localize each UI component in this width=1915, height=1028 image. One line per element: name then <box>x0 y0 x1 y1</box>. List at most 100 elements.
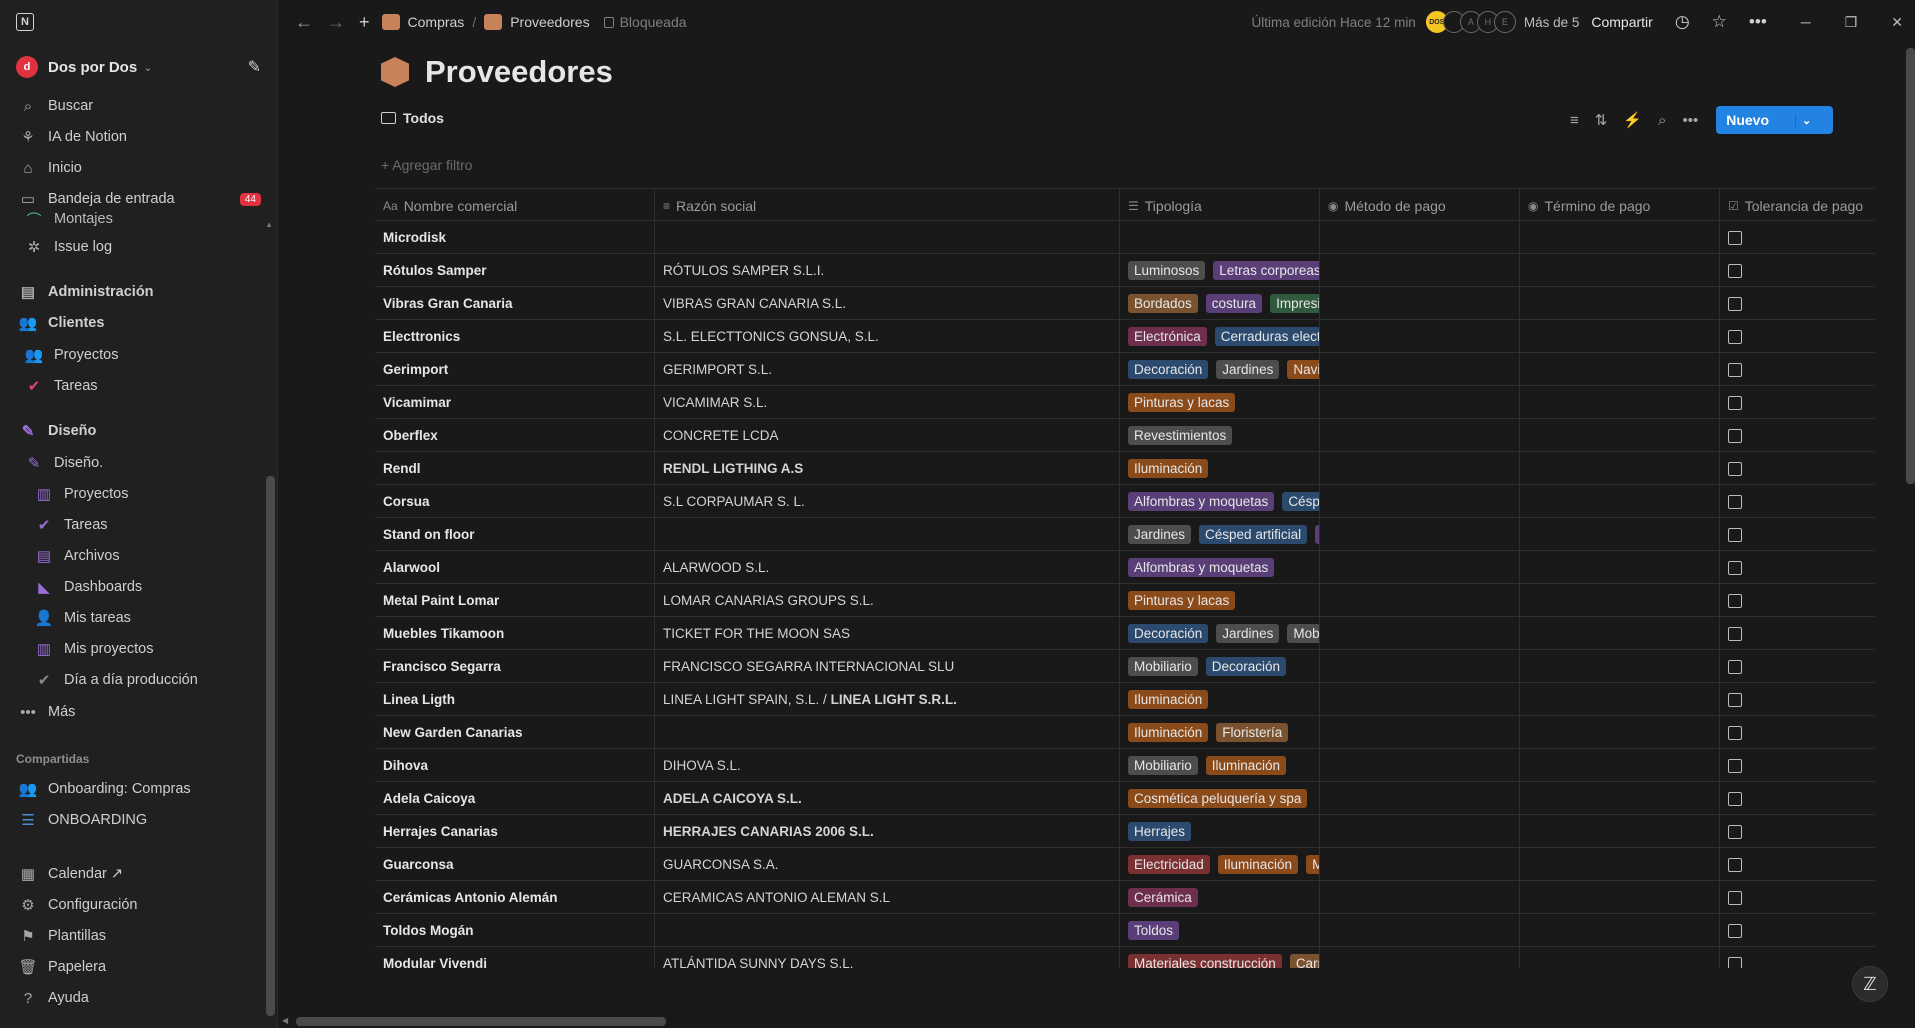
sidebar-item-inicio[interactable]: ⌂ Inicio <box>0 153 265 183</box>
sidebar-item-bandeja[interactable]: ▭ Bandeja de entrada 44 <box>0 184 265 214</box>
checkbox[interactable] <box>1728 494 1742 509</box>
cell-termino-pago[interactable] <box>1519 452 1719 485</box>
checkbox[interactable] <box>1728 428 1742 443</box>
cell-termino-pago[interactable] <box>1519 419 1719 452</box>
cell-tipologia[interactable]: Bordados costura Impresión <box>1119 287 1319 320</box>
table-horizontal-scrollbar[interactable] <box>296 1017 666 1026</box>
clock-icon[interactable]: ◷ <box>1675 12 1690 32</box>
sort-icon[interactable]: ⇅ <box>1595 111 1608 129</box>
checkbox[interactable] <box>1728 593 1742 608</box>
chevron-down-icon[interactable]: ⌄ <box>1795 113 1817 127</box>
cell-razon-social[interactable]: HERRAJES CANARIAS 2006 S.L. <box>654 815 1119 848</box>
checkbox[interactable] <box>1728 230 1742 245</box>
checkbox[interactable] <box>1728 857 1742 872</box>
table-row[interactable]: Francisco Segarra FRANCISCO SEGARRA INTER… <box>375 650 1875 683</box>
sidebar-item-diseno-child[interactable]: ▥ Mis proyectos <box>0 634 265 664</box>
more-dots-icon[interactable]: ••• <box>1682 112 1698 129</box>
cell-razon-social[interactable]: LOMAR CANARIAS GROUPS S.L. <box>654 584 1119 617</box>
back-arrow-icon[interactable]: ← <box>295 12 313 33</box>
cell-metodo-pago[interactable] <box>1319 617 1519 650</box>
collaborator-avatars[interactable]: DOS A H E <box>1425 11 1516 33</box>
sidebar-item-trash[interactable]: 🗑 Papelera <box>0 952 265 982</box>
cell-tipologia[interactable]: Pinturas y lacas <box>1119 584 1319 617</box>
locked-indicator[interactable]: Bloqueada <box>603 14 687 30</box>
checkbox[interactable] <box>1728 395 1742 410</box>
cell-metodo-pago[interactable] <box>1319 749 1519 782</box>
table-row[interactable]: Gerimport GERIMPORT S.L. Decoración Jardine… <box>375 353 1875 386</box>
cell-termino-pago[interactable] <box>1519 815 1719 848</box>
sidebar-scrollbar[interactable] <box>266 476 275 1016</box>
sidebar-item-template[interactable]: ⚑ Plantillas <box>0 921 265 951</box>
cell-razon-social[interactable]: S.L CORPAUMAR S. L. <box>654 485 1119 518</box>
cell-razon-social[interactable]: ALARWOOD S.L. <box>654 551 1119 584</box>
cell-razon-social[interactable]: CONCRETE LCDA <box>654 419 1119 452</box>
cell-nombre-comercial[interactable]: Oberflex <box>375 419 654 452</box>
sidebar-item-diseno-child[interactable]: ▥ Proyectos <box>0 479 265 509</box>
cell-termino-pago[interactable] <box>1519 584 1719 617</box>
cell-nombre-comercial[interactable]: Dihova <box>375 749 654 782</box>
cell-tipologia[interactable]: Pinturas y lacas <box>1119 386 1319 419</box>
cell-termino-pago[interactable] <box>1519 749 1719 782</box>
cell-nombre-comercial[interactable]: Stand on floor <box>375 518 654 551</box>
cell-metodo-pago[interactable] <box>1319 947 1519 968</box>
sidebar-item-diseno-child[interactable]: ✔ Tareas <box>0 510 265 540</box>
checkbox[interactable] <box>1728 362 1742 377</box>
cell-razon-social[interactable] <box>654 716 1119 749</box>
cell-tipologia[interactable]: Toldos <box>1119 914 1319 947</box>
cell-nombre-comercial[interactable]: Francisco Segarra <box>375 650 654 683</box>
box-icon[interactable] <box>381 57 409 87</box>
cell-razon-social[interactable]: GUARCONSA S.A. <box>654 848 1119 881</box>
cell-razon-social[interactable]: CERAMICAS ANTONIO ALEMAN S.L <box>654 881 1119 914</box>
cell-metodo-pago[interactable] <box>1319 287 1519 320</box>
checkbox[interactable] <box>1728 560 1742 575</box>
breadcrumb-proveedores[interactable]: Proveedores <box>484 14 590 30</box>
maximize-icon[interactable]: ❐ <box>1845 14 1858 31</box>
cell-tipologia[interactable]: Alfombras y moquetas <box>1119 551 1319 584</box>
cell-razon-social[interactable]: VIBRAS GRAN CANARIA S.L. <box>654 287 1119 320</box>
star-icon[interactable]: ☆ <box>1712 12 1727 32</box>
checkbox[interactable] <box>1728 626 1742 641</box>
cell-razon-social[interactable]: S.L. ELECTTONICS GONSUA, S.L. <box>654 320 1119 353</box>
cell-nombre-comercial[interactable]: Corsua <box>375 485 654 518</box>
column-header[interactable]: Aa Nombre comercial <box>375 189 654 222</box>
cell-razon-social[interactable] <box>654 914 1119 947</box>
cell-nombre-comercial[interactable]: Vibras Gran Canaria <box>375 287 654 320</box>
table-row[interactable]: Corsua S.L CORPAUMAR S. L. Alfombras y moq… <box>375 485 1875 518</box>
page-title[interactable]: Proveedores <box>425 54 613 90</box>
table-row[interactable]: Modular Vivendi ATLÁNTIDA SUNNY DAYS S.L.… <box>375 947 1875 968</box>
cell-tipologia[interactable]: Mobiliario Decoración <box>1119 650 1319 683</box>
cell-tipologia[interactable]: Iluminación <box>1119 452 1319 485</box>
sidebar-item-buscar[interactable]: ⌕ Buscar <box>0 91 265 121</box>
table-row[interactable]: Adela Caicoya ADELA CAICOYA S.L. Cosmética… <box>375 782 1875 815</box>
checkbox[interactable] <box>1728 329 1742 344</box>
cell-termino-pago[interactable] <box>1519 881 1719 914</box>
close-icon[interactable]: ✕ <box>1891 14 1903 31</box>
column-header[interactable]: ◉ Método de pago <box>1319 189 1519 222</box>
breadcrumb-compras[interactable]: Compras <box>381 14 464 30</box>
workspace-switcher[interactable]: d Dos por Dos ⌄ ✎ <box>16 53 261 81</box>
table-row[interactable]: New Garden Canarias Iluminación Floristerí… <box>375 716 1875 749</box>
cell-nombre-comercial[interactable]: Gerimport <box>375 353 654 386</box>
cell-termino-pago[interactable] <box>1519 386 1719 419</box>
cell-metodo-pago[interactable] <box>1319 254 1519 287</box>
cell-nombre-comercial[interactable]: New Garden Canarias <box>375 716 654 749</box>
sidebar-item-diseno-sub[interactable]: ✎ Diseño. <box>0 448 265 478</box>
sidebar-item-ia[interactable]: ⚘ IA de Notion <box>0 122 265 152</box>
sidebar-item-clientes-proyectos[interactable]: 👥 Proyectos <box>0 340 265 370</box>
cell-metodo-pago[interactable] <box>1319 518 1519 551</box>
cell-nombre-comercial[interactable]: Adela Caicoya <box>375 782 654 815</box>
cell-nombre-comercial[interactable]: Electtronics <box>375 320 654 353</box>
cell-termino-pago[interactable] <box>1519 287 1719 320</box>
cell-razon-social[interactable]: FRANCISCO SEGARRA INTERNACIONAL SLU <box>654 650 1119 683</box>
cell-metodo-pago[interactable] <box>1319 320 1519 353</box>
cell-nombre-comercial[interactable]: Cerámicas Antonio Alemán <box>375 881 654 914</box>
cell-termino-pago[interactable] <box>1519 947 1719 968</box>
cell-metodo-pago[interactable] <box>1319 881 1519 914</box>
cell-nombre-comercial[interactable]: Metal Paint Lomar <box>375 584 654 617</box>
cell-nombre-comercial[interactable]: Modular Vivendi <box>375 947 654 968</box>
cell-termino-pago[interactable] <box>1519 716 1719 749</box>
cell-metodo-pago[interactable] <box>1319 485 1519 518</box>
column-header[interactable]: ≡ Razón social <box>654 189 1119 222</box>
sidebar-item-calendar[interactable]: ▦ Calendar ↗ <box>0 859 265 889</box>
sidebar-item-issue-log[interactable]: ✲ Issue log <box>0 232 265 262</box>
